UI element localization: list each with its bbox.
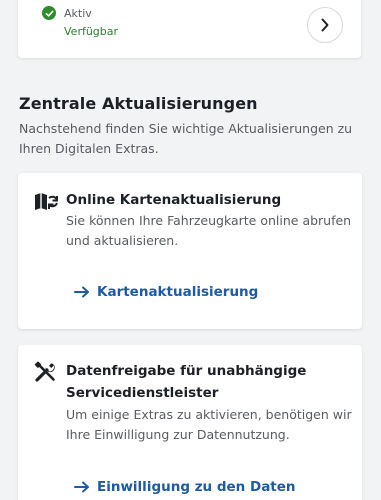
card-description: Um einige Extras zu aktivieren, benötige… xyxy=(66,407,352,442)
arrow-right-icon xyxy=(74,286,89,298)
status-label: Aktiv xyxy=(64,6,92,20)
card-title: Online Kartenaktualisierung xyxy=(66,192,282,208)
map-update-card: Online Kartenaktualisierung Sie können I… xyxy=(18,173,362,329)
section-description: Nachstehend finden Sie wichtige Aktualis… xyxy=(19,121,353,156)
map-sync-icon xyxy=(35,193,58,210)
page: Aktiv Verfügbar Zentrale Aktualisierunge… xyxy=(0,0,381,500)
map-update-link-label: Kartenaktualisierung xyxy=(97,284,259,300)
data-consent-link[interactable]: Einwilligung zu den Daten xyxy=(74,479,296,495)
chevron-right-icon xyxy=(321,18,329,32)
active-extra-card: Aktiv Verfügbar xyxy=(18,0,361,58)
arrow-right-icon xyxy=(74,481,89,493)
details-button[interactable] xyxy=(307,7,343,43)
section-title: Zentrale Aktualisierungen xyxy=(19,94,258,113)
status-row: Aktiv xyxy=(42,6,92,20)
data-consent-link-label: Einwilligung zu den Daten xyxy=(97,479,296,495)
data-sharing-card: Datenfreigabe für unabhängige Servicedie… xyxy=(18,345,362,500)
availability-label: Verfügbar xyxy=(64,25,119,38)
card-description: Sie können Ihre Fahrzeugkarte online abr… xyxy=(66,213,352,248)
check-circle-icon xyxy=(42,6,56,20)
card-title: Datenfreigabe für unabhängige Servicedie… xyxy=(66,363,307,401)
tools-icon xyxy=(34,361,55,382)
map-update-link[interactable]: Kartenaktualisierung xyxy=(74,284,258,300)
